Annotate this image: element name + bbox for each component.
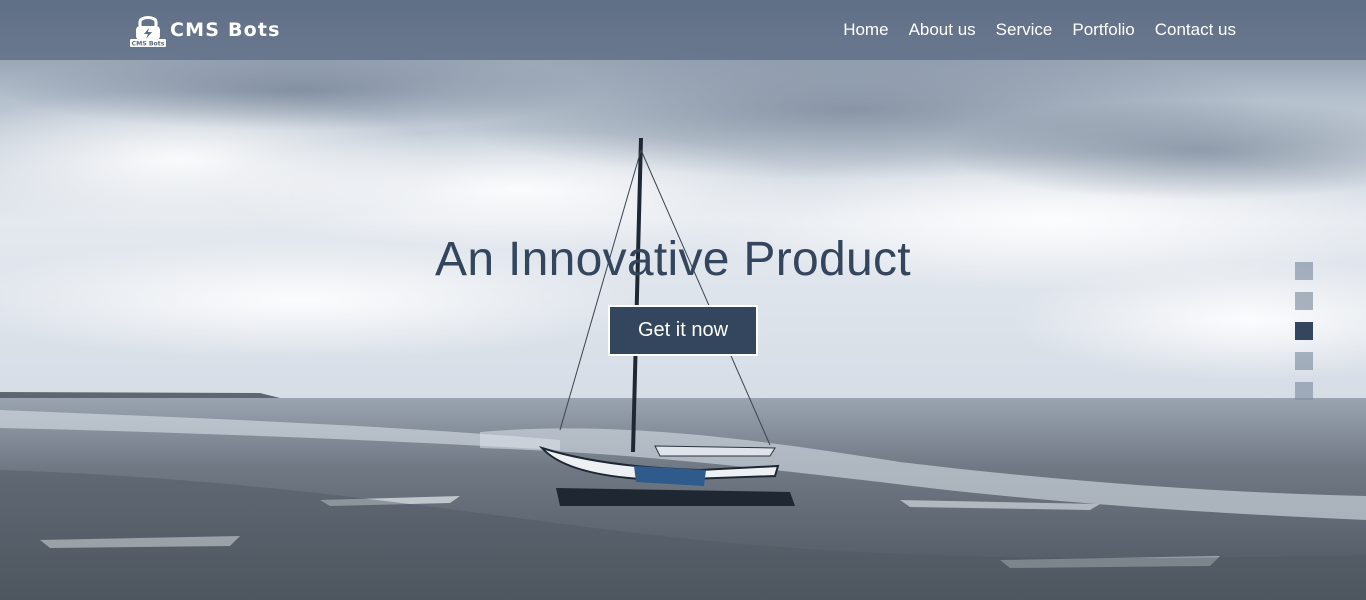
slide-dot-4[interactable] <box>1295 352 1313 370</box>
nav-item-home[interactable]: Home <box>843 20 888 40</box>
nav-item-service[interactable]: Service <box>996 20 1053 40</box>
brand-name: CMS Bots <box>170 19 281 41</box>
slide-dot-3[interactable] <box>1295 322 1313 340</box>
hero-background-image <box>0 0 1366 600</box>
slide-dot-2[interactable] <box>1295 292 1313 310</box>
padlock-bolt-icon: CMS Bots <box>130 16 166 47</box>
nav-item-about-us[interactable]: About us <box>909 20 976 40</box>
main-navigation: Home About us Service Portfolio Contact … <box>823 0 1236 60</box>
slider-pagination <box>1295 262 1313 412</box>
slide-dot-1[interactable] <box>1295 262 1313 280</box>
get-it-now-button[interactable]: Get it now <box>608 305 758 356</box>
nav-item-contact-us[interactable]: Contact us <box>1155 20 1236 40</box>
brand-logo[interactable]: CMS Bots CMS Bots <box>128 11 281 49</box>
logo-badge-text: CMS Bots <box>132 40 165 47</box>
nav-item-portfolio[interactable]: Portfolio <box>1072 20 1134 40</box>
slide-dot-5[interactable] <box>1295 382 1313 400</box>
top-navbar: CMS Bots CMS Bots Home About us Service … <box>0 0 1366 60</box>
hero-section: CMS Bots CMS Bots Home About us Service … <box>0 0 1366 600</box>
hero-headline: An Innovative Product <box>435 233 911 286</box>
